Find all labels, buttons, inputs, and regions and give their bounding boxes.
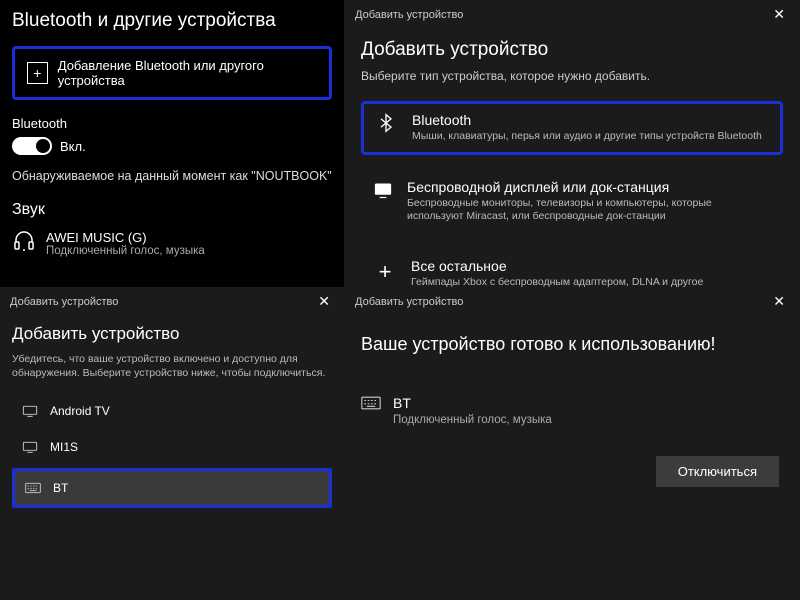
display-icon [22, 404, 40, 418]
display-icon [373, 179, 393, 200]
disconnect-button[interactable]: Отключиться [656, 456, 779, 487]
close-icon[interactable]: ✕ [312, 291, 336, 312]
bluetooth-toggle[interactable] [12, 137, 52, 155]
dialog-hint: Убедитесь, что ваше устройство включено … [12, 352, 332, 380]
dialog-heading: Добавить устройство [12, 324, 332, 344]
audio-device-status: Подключенный голос, музыка [46, 245, 205, 257]
dialog-title: Добавить устройство [10, 296, 118, 308]
dialog-heading: Добавить устройство [361, 39, 783, 61]
device-item-label: MI1S [50, 440, 78, 454]
close-icon[interactable]: ✕ [767, 4, 791, 25]
sound-heading: Звук [12, 201, 332, 219]
add-device-type-dialog: Добавить устройство ✕ Добавить устройств… [345, 0, 800, 287]
ready-device-name: BT [393, 395, 552, 411]
dialog-hint: Выберите тип устройства, которое нужно д… [361, 69, 783, 83]
audio-device-row[interactable]: AWEI MUSIC (G) Подключенный голос, музык… [12, 229, 332, 258]
display-icon [22, 440, 40, 454]
device-item-mi1s[interactable]: MI1S [12, 432, 332, 462]
dialog-title: Добавить устройство [355, 296, 463, 308]
ready-heading: Ваше устройство готово к использованию! [361, 334, 783, 355]
plus-icon: + [373, 258, 397, 285]
close-icon[interactable]: ✕ [767, 291, 791, 312]
bluetooth-toggle-row: Вкл. [12, 137, 332, 155]
option-wireless-desc: Беспроводные мониторы, телевизоры и комп… [407, 197, 771, 224]
discoverable-text: Обнаруживаемое на данный момент как "NOU… [12, 169, 332, 183]
device-item-bt[interactable]: BT [12, 468, 332, 508]
device-ready-dialog: Добавить устройство ✕ Ваше устройство го… [345, 287, 800, 600]
bluetooth-label: Bluetooth [12, 116, 332, 131]
device-item-label: Android TV [50, 404, 110, 418]
add-device-label: Добавление Bluetooth или другого устройс… [58, 58, 317, 88]
add-device-discover-dialog: Добавить устройство ✕ Добавить устройств… [0, 287, 345, 600]
headset-icon [12, 229, 36, 258]
bluetooth-toggle-state: Вкл. [60, 139, 86, 154]
dialog-titlebar: Добавить устройство ✕ [345, 287, 799, 314]
dialog-title: Добавить устройство [355, 9, 463, 21]
ready-device-row: BT Подключенный голос, музыка [361, 395, 783, 426]
dialog-titlebar: Добавить устройство ✕ [345, 0, 799, 27]
keyboard-icon [25, 481, 43, 495]
device-item-label: BT [53, 481, 68, 495]
add-device-button[interactable]: + Добавление Bluetooth или другого устро… [12, 46, 332, 100]
option-wireless-title: Беспроводной дисплей или док-станция [407, 179, 771, 195]
bluetooth-icon [374, 112, 398, 133]
option-bluetooth-title: Bluetooth [412, 112, 762, 128]
settings-bluetooth-panel: Bluetooth и другие устройства + Добавлен… [0, 0, 345, 287]
option-bluetooth[interactable]: Bluetooth Мыши, клавиатуры, перья или ау… [361, 101, 783, 155]
option-else-title: Все остальное [411, 258, 703, 274]
option-bluetooth-desc: Мыши, клавиатуры, перья или аудио и друг… [412, 130, 762, 144]
device-item-android-tv[interactable]: Android TV [12, 396, 332, 426]
keyboard-icon [361, 395, 381, 416]
dialog-titlebar: Добавить устройство ✕ [0, 287, 344, 314]
plus-icon: + [27, 62, 48, 84]
ready-device-status: Подключенный голос, музыка [393, 414, 552, 426]
page-title: Bluetooth и другие устройства [12, 10, 332, 32]
audio-device-name: AWEI MUSIC (G) [46, 230, 205, 245]
option-wireless-display[interactable]: Беспроводной дисплей или док-станция Бес… [361, 169, 783, 234]
